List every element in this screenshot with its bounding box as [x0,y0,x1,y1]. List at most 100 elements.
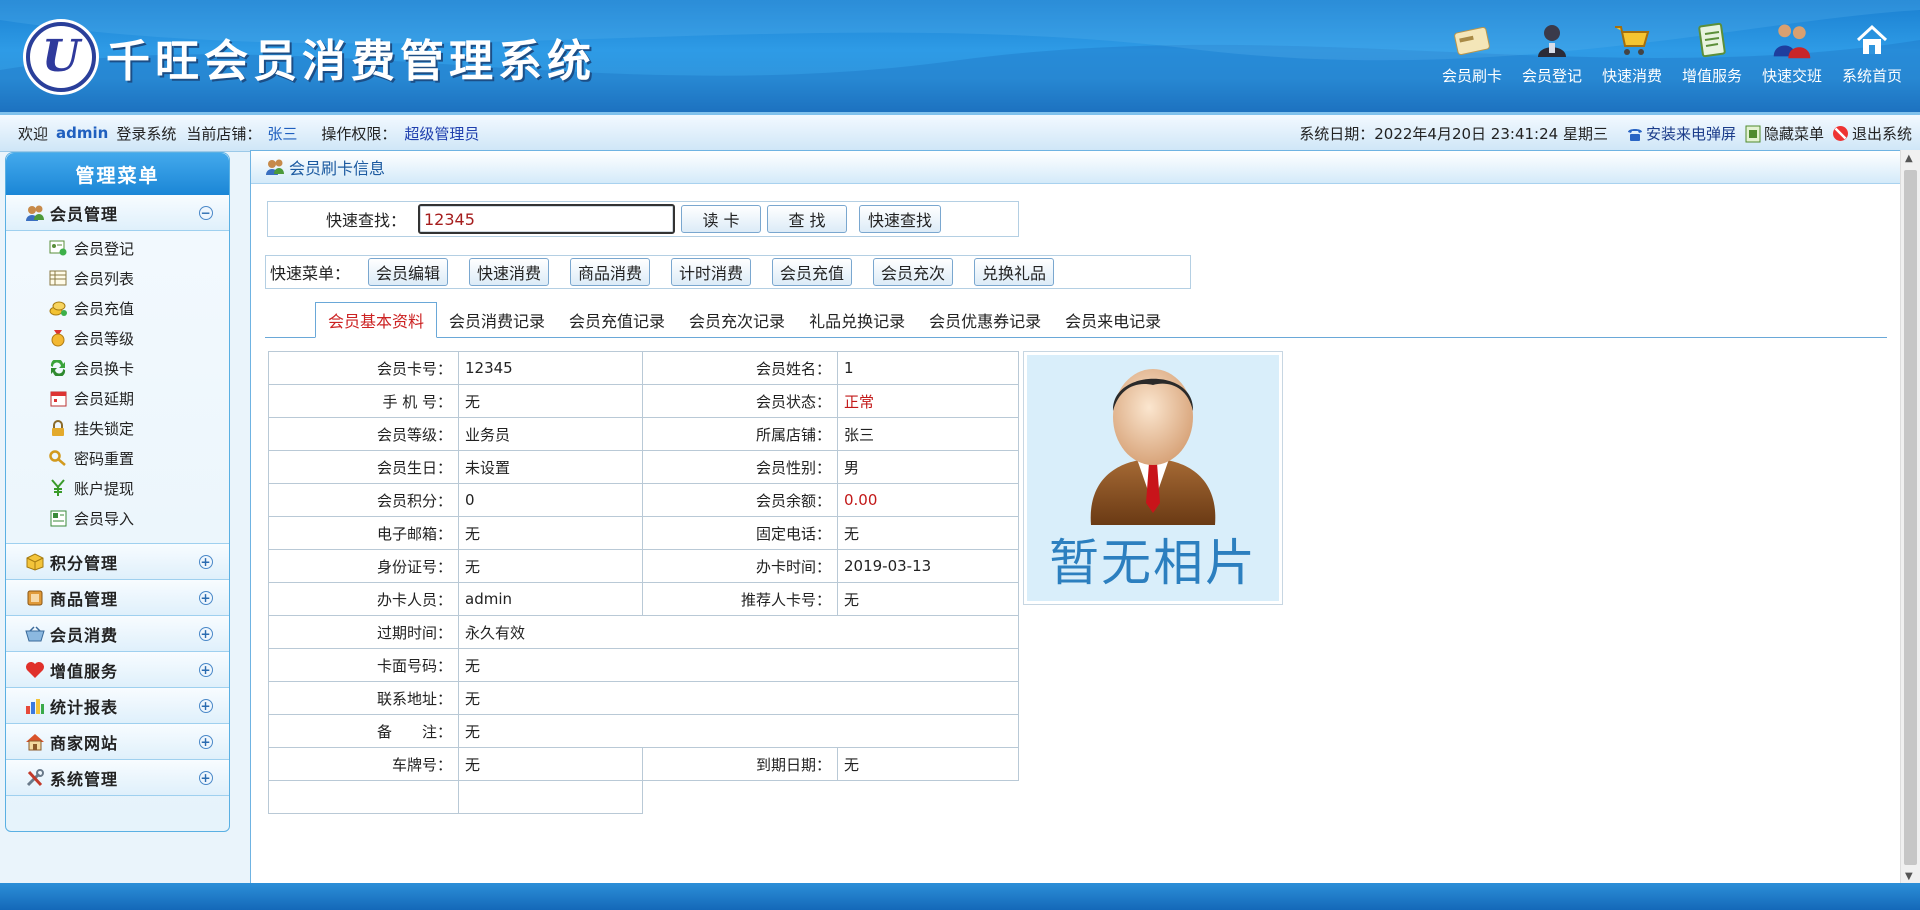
topnav-member-swipe[interactable]: 会员刷卡 [1432,20,1512,86]
topnav-value-added[interactable]: 增值服务 [1672,20,1752,86]
main-panel: 会员刷卡信息 快速查找： 读 卡 查 找 快速查找 快速菜单： 会员编辑 快速消… [250,150,1920,885]
sidebar: 管理菜单 会员管理 − 会员登记 会员列表 会员充值 会员等级 会员换卡 会员延… [5,152,230,832]
sidebar-item-change-card[interactable]: 会员换卡 [6,353,229,383]
sidebar-item-list[interactable]: 会员列表 [6,263,229,293]
redeem-gift-button[interactable]: 兑换礼品 [974,258,1055,286]
scroll-down-arrow-icon[interactable]: ▼ [1905,871,1913,882]
logout-link[interactable]: 退出系统 [1832,123,1912,144]
sidebar-item-level[interactable]: 会员等级 [6,323,229,353]
sidebar-item-label: 会员充值 [74,299,135,318]
goods-consume-button[interactable]: 商品消费 [570,258,651,286]
current-user: admin [56,124,109,142]
basket-icon [24,623,46,645]
expand-toggle-icon[interactable]: + [199,591,213,605]
panel-title-bar: 会员刷卡信息 [251,151,1920,184]
sidebar-group-member[interactable]: 会员管理 − [6,195,229,231]
find-button[interactable]: 查 找 [767,205,847,233]
tab-basic-info[interactable]: 会员基本资料 [315,302,438,338]
install-popup-label: 安装来电弹屏 [1645,125,1736,143]
field-label: 联系地址： [268,681,459,715]
topnav-home[interactable]: 系统首页 [1832,20,1912,86]
sidebar-item-label: 会员登记 [74,239,135,258]
sidebar-group-label: 系统管理 [50,769,119,789]
system-date: 系统日期：2022年4月20日 23:41:24 星期三 [1299,125,1608,143]
sidebar-item-extend[interactable]: 会员延期 [6,383,229,413]
no-photo-text: 暂无相片 [1049,534,1257,592]
topnav-member-register[interactable]: 会员登记 [1512,20,1592,86]
sidebar-item-register[interactable]: 会员登记 [6,233,229,263]
app-logo[interactable]: U 千旺会员消费管理系统 [26,22,596,92]
scrollbar-thumb[interactable] [1904,170,1917,865]
referrer-value: 无 [837,582,1019,616]
tab-coupon-records[interactable]: 会员优惠券记录 [917,303,1053,337]
sidebar-item-withdraw[interactable]: 账户提现 [6,473,229,503]
member-submenu: 会员登记 会员列表 会员充值 会员等级 会员换卡 会员延期 挂失锁定 密码重置 … [6,231,229,544]
sidebar-group-value-added[interactable]: 增值服务 + [6,652,229,688]
store-value: 张三 [837,417,1019,451]
quick-search-bar: 快速查找： 读 卡 查 找 快速查找 [267,201,1019,237]
expand-toggle-icon[interactable]: + [199,699,213,713]
field-label: 会员等级： [268,417,459,451]
expand-toggle-icon[interactable]: + [199,735,213,749]
topnav-quick-consume[interactable]: 快速消费 [1592,20,1672,86]
sidebar-group-label: 会员管理 [50,204,119,224]
sidebar-group-goods[interactable]: 商品管理 + [6,580,229,616]
quick-consume-button[interactable]: 快速消费 [469,258,550,286]
quick-search-input[interactable] [418,204,675,234]
expand-toggle-icon[interactable]: + [199,771,213,785]
sidebar-item-label: 会员列表 [74,269,135,288]
calendar-icon [48,388,68,408]
sidebar-group-system[interactable]: 系统管理 + [6,760,229,796]
hide-menu-icon [1744,125,1762,143]
member-recharge-button[interactable]: 会员充值 [772,258,853,286]
sidebar-item-import[interactable]: 会员导入 [6,503,229,533]
tab-call-records[interactable]: 会员来电记录 [1053,303,1173,337]
tab-consume-records[interactable]: 会员消费记录 [437,303,557,337]
card-icon [1451,20,1493,60]
store-label: 当前店铺： [186,124,262,143]
vertical-scrollbar[interactable]: ▲ ▼ [1900,150,1920,885]
balance-value: 0.00 [837,483,1019,517]
read-card-button[interactable]: 读 卡 [681,205,761,233]
sidebar-group-points[interactable]: 积分管理 + [6,544,229,580]
id-card-value: 无 [458,549,643,583]
scroll-up-arrow-icon[interactable]: ▲ [1905,153,1913,164]
timed-consume-button[interactable]: 计时消费 [671,258,752,286]
field-label: 会员状态： [642,384,838,418]
birthday-value: 未设置 [458,450,643,484]
tab-count-records[interactable]: 会员充次记录 [677,303,797,337]
hide-menu-link[interactable]: 隐藏菜单 [1744,123,1824,144]
header: U 千旺会员消费管理系统 会员刷卡 会员登记 快速消费 增值服务 快速交班 系统… [0,0,1920,112]
quick-menu-bar: 快速菜单： 会员编辑 快速消费 商品消费 计时消费 会员充值 会员充次 兑换礼品 [265,255,1191,289]
sidebar-item-password-reset[interactable]: 密码重置 [6,443,229,473]
quick-find-button[interactable]: 快速查找 [859,205,941,233]
chart-icon [24,695,46,717]
expand-toggle-icon[interactable]: + [199,627,213,641]
expand-toggle-icon[interactable]: + [199,663,213,677]
expand-toggle-icon[interactable]: + [199,555,213,569]
collapse-toggle-icon[interactable]: − [199,206,213,220]
sidebar-item-lock[interactable]: 挂失锁定 [6,413,229,443]
operator-value: admin [458,582,643,616]
top-navigation: 会员刷卡 会员登记 快速消费 增值服务 快速交班 系统首页 [1432,20,1912,86]
member-name-value: 1 [837,351,1019,385]
tab-recharge-records[interactable]: 会员充值记录 [557,303,677,337]
home-icon [1851,20,1893,60]
tab-gift-records[interactable]: 礼品兑换记录 [797,303,917,337]
member-photo[interactable]: 暂无相片 [1023,351,1283,605]
field-label: 办卡时间： [642,549,838,583]
status-bar: 欢迎 admin 登录系统 当前店铺： 张三 操作权限： 超级管理员 系统日期：… [0,112,1920,152]
topnav-quick-shift[interactable]: 快速交班 [1752,20,1832,86]
sidebar-item-label: 会员延期 [74,389,135,408]
install-popup-link[interactable]: 安装来电弹屏 [1626,123,1736,144]
sidebar-group-reports[interactable]: 统计报表 + [6,688,229,724]
clipboard-icon [1691,20,1733,60]
box-icon [24,551,46,573]
sidebar-group-consume[interactable]: 会员消费 + [6,616,229,652]
sidebar-item-recharge[interactable]: 会员充值 [6,293,229,323]
sidebar-group-website[interactable]: 商家网站 + [6,724,229,760]
member-count-recharge-button[interactable]: 会员充次 [873,258,954,286]
avatar-placeholder-icon [1090,369,1216,525]
member-edit-button[interactable]: 会员编辑 [368,258,449,286]
empty-cell [643,781,838,814]
